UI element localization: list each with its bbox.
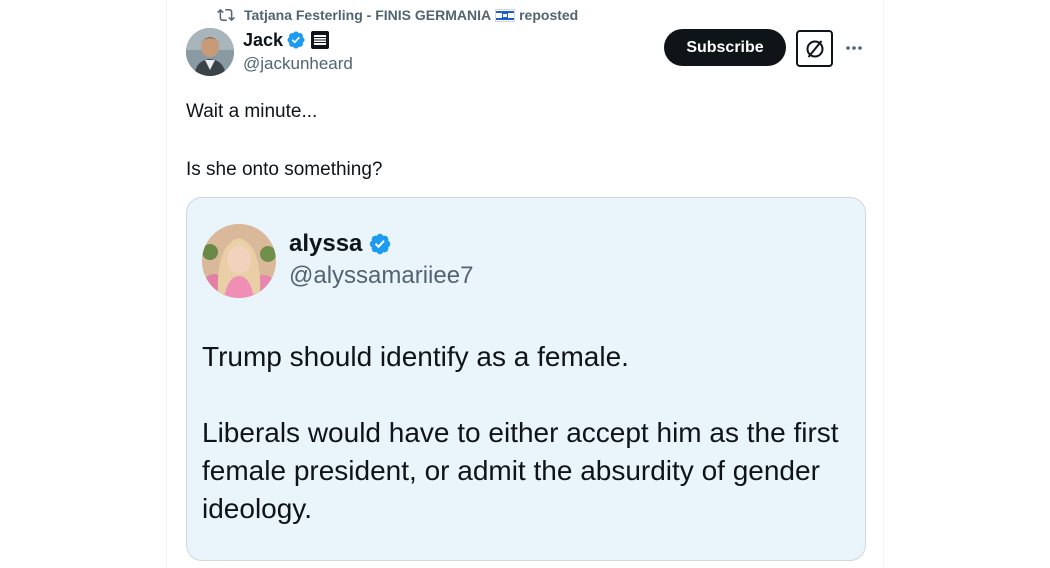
media-image-screenshot[interactable]: alyssa @alyssamariiee7 Trump should iden…	[186, 197, 866, 561]
verified-badge-icon[interactable]	[286, 30, 306, 50]
author-avatar[interactable]	[186, 28, 234, 76]
quoted-author-info: alyssa @alyssamariiee7	[289, 228, 473, 290]
tweet-text: Wait a minute... Is she onto something?	[186, 97, 846, 184]
quoted-paragraph: Liberals would have to either accept him…	[202, 417, 839, 524]
page: Tatjana Festerling - FINIS GERMANIA repo…	[0, 0, 1050, 568]
more-options-button[interactable]	[842, 36, 866, 60]
timeline-column: Tatjana Festerling - FINIS GERMANIA repo…	[166, 0, 884, 568]
quoted-tweet-text: Trump should identify as a female. Liber…	[202, 338, 842, 528]
grok-button[interactable]	[796, 30, 833, 67]
quoted-verified-badge-icon	[368, 232, 392, 256]
repost-user-name[interactable]: Tatjana Festerling - FINIS GERMANIA	[244, 7, 491, 23]
repost-icon	[217, 6, 235, 24]
repost-action-label: reposted	[519, 7, 579, 23]
repost-indicator[interactable]: Tatjana Festerling - FINIS GERMANIA repo…	[217, 5, 578, 25]
author-handle[interactable]: @jackunheard	[243, 54, 353, 74]
more-options-icon	[844, 38, 864, 58]
israel-flag-icon	[495, 8, 516, 22]
tweet-line: Is she onto something?	[186, 159, 383, 180]
subscribe-button[interactable]: Subscribe	[664, 29, 786, 66]
quoted-avatar	[202, 224, 276, 298]
author-name[interactable]: Jack	[243, 30, 283, 51]
grok-icon	[804, 38, 826, 60]
affiliate-badge-icon[interactable]	[311, 31, 330, 49]
quoted-paragraph: Trump should identify as a female.	[202, 341, 629, 372]
author-info: Jack @jackunheard	[243, 28, 353, 74]
tweet-line: Wait a minute...	[186, 101, 318, 122]
quoted-author-handle: @alyssamariiee7	[289, 262, 474, 289]
quoted-author-name: alyssa	[289, 230, 363, 257]
